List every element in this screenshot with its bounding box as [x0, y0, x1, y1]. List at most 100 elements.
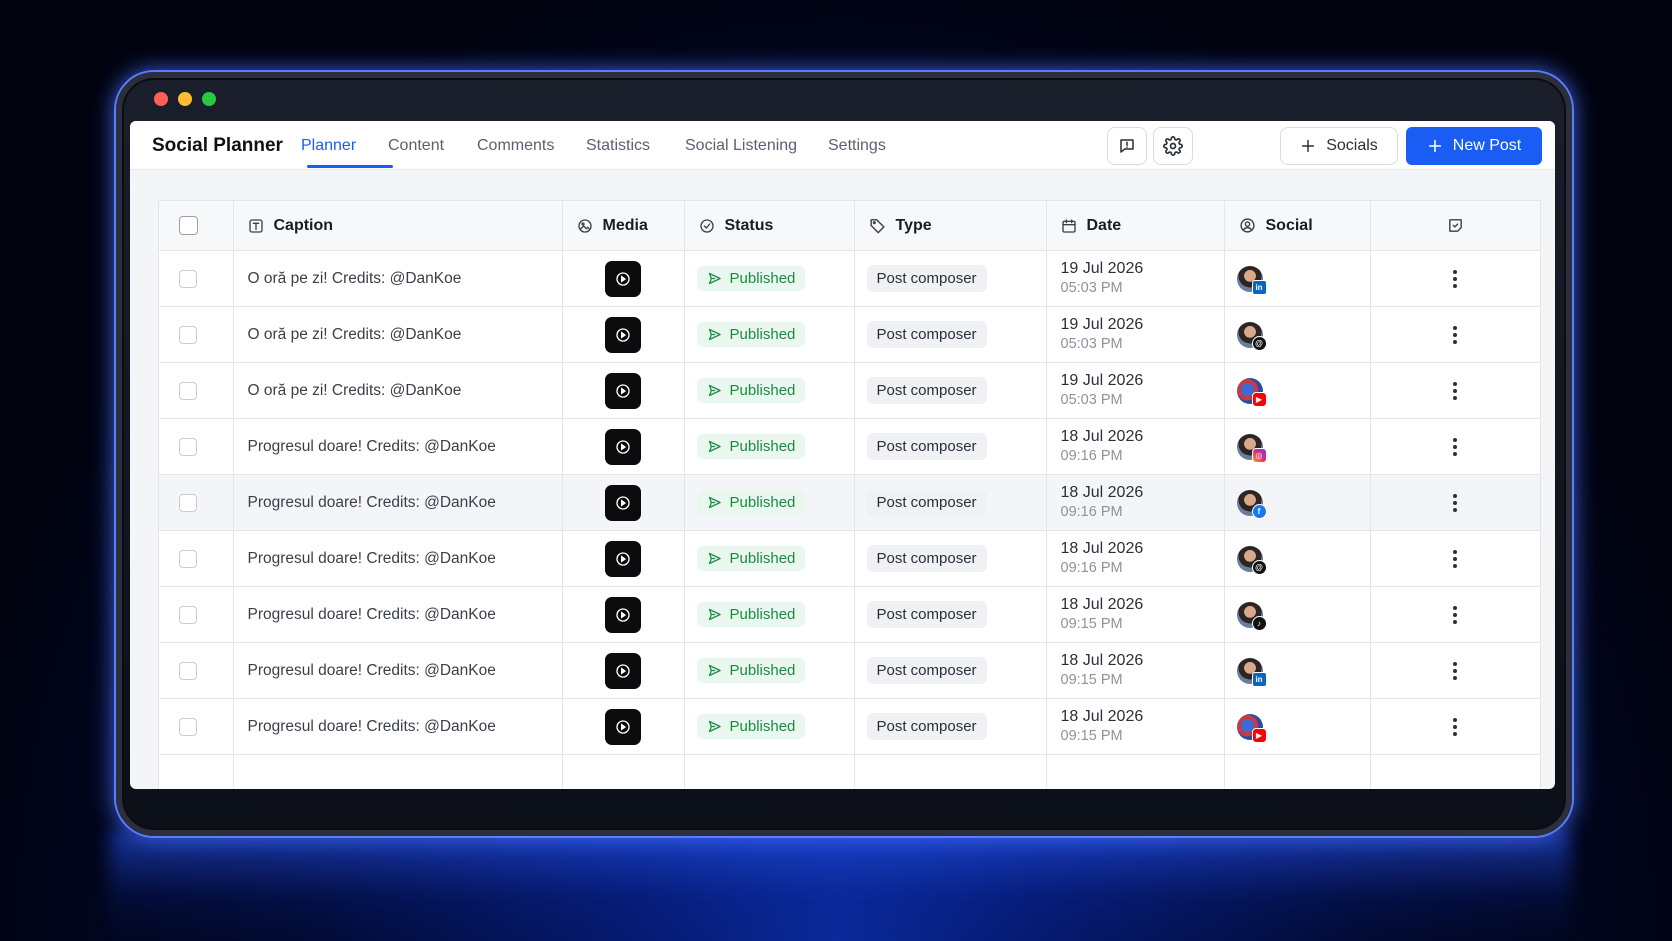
row-checkbox[interactable] [179, 605, 197, 624]
social-cell: @ [1224, 530, 1371, 587]
video-thumbnail[interactable] [605, 596, 641, 633]
feedback-button[interactable] [1107, 127, 1147, 165]
video-thumbnail[interactable] [605, 428, 641, 465]
actions-cell [1370, 250, 1541, 307]
column-header-status[interactable]: Status [684, 201, 855, 251]
more-options-icon[interactable] [1371, 605, 1541, 624]
video-thumbnail[interactable] [605, 652, 641, 689]
calendar-icon [1061, 218, 1076, 233]
threads-icon: @ [1251, 559, 1267, 575]
more-options-icon[interactable] [1371, 325, 1541, 344]
date-cell: 19 Jul 2026 05:03 PM [1046, 250, 1225, 307]
more-options-icon[interactable] [1371, 381, 1541, 400]
date-cell: 18 Jul 2026 09:15 PM [1046, 586, 1225, 643]
table-row[interactable]: Progresul doare! Credits: @DanKoe Publis… [159, 530, 1541, 587]
table-row-partial [159, 754, 1540, 789]
avatar[interactable]: @ [1236, 321, 1267, 351]
media-cell [562, 250, 685, 307]
social-cell: f [1224, 474, 1371, 531]
table-row[interactable]: Progresul doare! Credits: @DanKoe Publis… [159, 642, 1541, 699]
more-options-icon[interactable] [1371, 717, 1541, 736]
table-row[interactable]: O oră pe zi! Credits: @DanKoe Published … [159, 306, 1541, 363]
column-header-media[interactable]: Media [562, 201, 685, 251]
row-checkbox[interactable] [179, 381, 197, 400]
status-badge: Published [696, 378, 806, 403]
empty-cell [684, 754, 855, 789]
table-row[interactable]: Progresul doare! Credits: @DanKoe Publis… [159, 698, 1541, 755]
tab-settings[interactable]: Settings [828, 137, 886, 155]
actions-cell [1370, 642, 1541, 699]
more-options-icon[interactable] [1371, 661, 1541, 680]
send-icon [708, 552, 721, 565]
avatar[interactable]: ♪ [1236, 601, 1267, 631]
more-options-icon[interactable] [1371, 549, 1541, 568]
empty-cell [854, 754, 1047, 789]
caption-cell: Progresul doare! Credits: @DanKoe [233, 418, 563, 475]
avatar[interactable]: ▶ [1236, 713, 1267, 743]
column-header-type[interactable]: Type [854, 201, 1047, 251]
date-cell: 18 Jul 2026 09:16 PM [1046, 530, 1225, 587]
table-row[interactable]: O oră pe zi! Credits: @DanKoe Published … [159, 250, 1541, 307]
avatar[interactable]: f [1236, 489, 1267, 519]
social-cell: in [1224, 250, 1371, 307]
avatar[interactable]: @ [1236, 545, 1267, 575]
status-badge: Published [696, 602, 806, 627]
avatar[interactable]: ▶ [1236, 377, 1267, 407]
table-row[interactable]: Progresul doare! Credits: @DanKoe Publis… [159, 418, 1541, 475]
video-thumbnail[interactable] [605, 708, 641, 745]
type-cell: Post composer [854, 474, 1047, 531]
column-label: Caption [273, 216, 334, 234]
more-options-icon[interactable] [1371, 269, 1541, 288]
select-all-checkbox[interactable] [179, 216, 198, 235]
status-label: Published [729, 270, 796, 287]
row-checkbox[interactable] [179, 269, 197, 288]
column-header-social[interactable]: Social [1224, 201, 1371, 251]
close-window-button[interactable] [154, 92, 168, 106]
row-checkbox[interactable] [179, 493, 197, 512]
caption-cell: Progresul doare! Credits: @DanKoe [233, 698, 563, 755]
post-date: 18 Jul 2026 [1060, 707, 1144, 725]
maximize-window-button[interactable] [202, 92, 216, 106]
column-header-date[interactable]: Date [1046, 201, 1225, 251]
tab-statistics[interactable]: Statistics [586, 137, 650, 155]
video-thumbnail[interactable] [605, 540, 641, 577]
tab-comments[interactable]: Comments [477, 137, 554, 155]
date-cell: 19 Jul 2026 05:03 PM [1046, 306, 1225, 363]
settings-button[interactable] [1153, 127, 1193, 165]
row-checkbox[interactable] [179, 661, 197, 680]
type-cell: Post composer [854, 642, 1047, 699]
status-cell: Published [684, 250, 855, 307]
video-thumbnail[interactable] [605, 484, 641, 521]
tab-planner[interactable]: Planner [301, 137, 356, 155]
actions-cell [1370, 530, 1541, 587]
video-thumbnail[interactable] [605, 372, 641, 409]
row-checkbox[interactable] [179, 437, 197, 456]
avatar[interactable]: in [1236, 265, 1267, 295]
column-header-options[interactable] [1370, 201, 1540, 251]
avatar[interactable]: in [1236, 657, 1267, 687]
row-checkbox[interactable] [179, 325, 197, 344]
row-checkbox[interactable] [179, 717, 197, 736]
post-date: 18 Jul 2026 [1060, 651, 1144, 669]
table-row[interactable]: O oră pe zi! Credits: @DanKoe Published … [159, 362, 1541, 419]
table-row[interactable]: Progresul doare! Credits: @DanKoe Publis… [159, 586, 1541, 643]
more-options-icon[interactable] [1371, 437, 1541, 456]
image-icon [577, 218, 592, 233]
status-label: Published [729, 662, 796, 679]
column-header-caption[interactable]: Caption [233, 201, 563, 251]
tab-social-listening[interactable]: Social Listening [685, 137, 797, 155]
more-options-icon[interactable] [1371, 493, 1541, 512]
avatar[interactable]: ◎ [1236, 433, 1267, 463]
socials-button[interactable]: Socials [1280, 127, 1398, 165]
video-thumbnail[interactable] [605, 260, 641, 297]
tab-content[interactable]: Content [388, 137, 444, 155]
video-thumbnail[interactable] [605, 316, 641, 353]
table-row[interactable]: Progresul doare! Credits: @DanKoe Publis… [159, 474, 1541, 531]
new-post-button[interactable]: New Post [1406, 127, 1542, 165]
minimize-window-button[interactable] [178, 92, 192, 106]
caption-cell: O oră pe zi! Credits: @DanKoe [233, 362, 563, 419]
row-checkbox[interactable] [179, 549, 197, 568]
play-icon [616, 551, 630, 566]
status-cell: Published [684, 698, 855, 755]
facebook-icon: f [1251, 503, 1267, 519]
